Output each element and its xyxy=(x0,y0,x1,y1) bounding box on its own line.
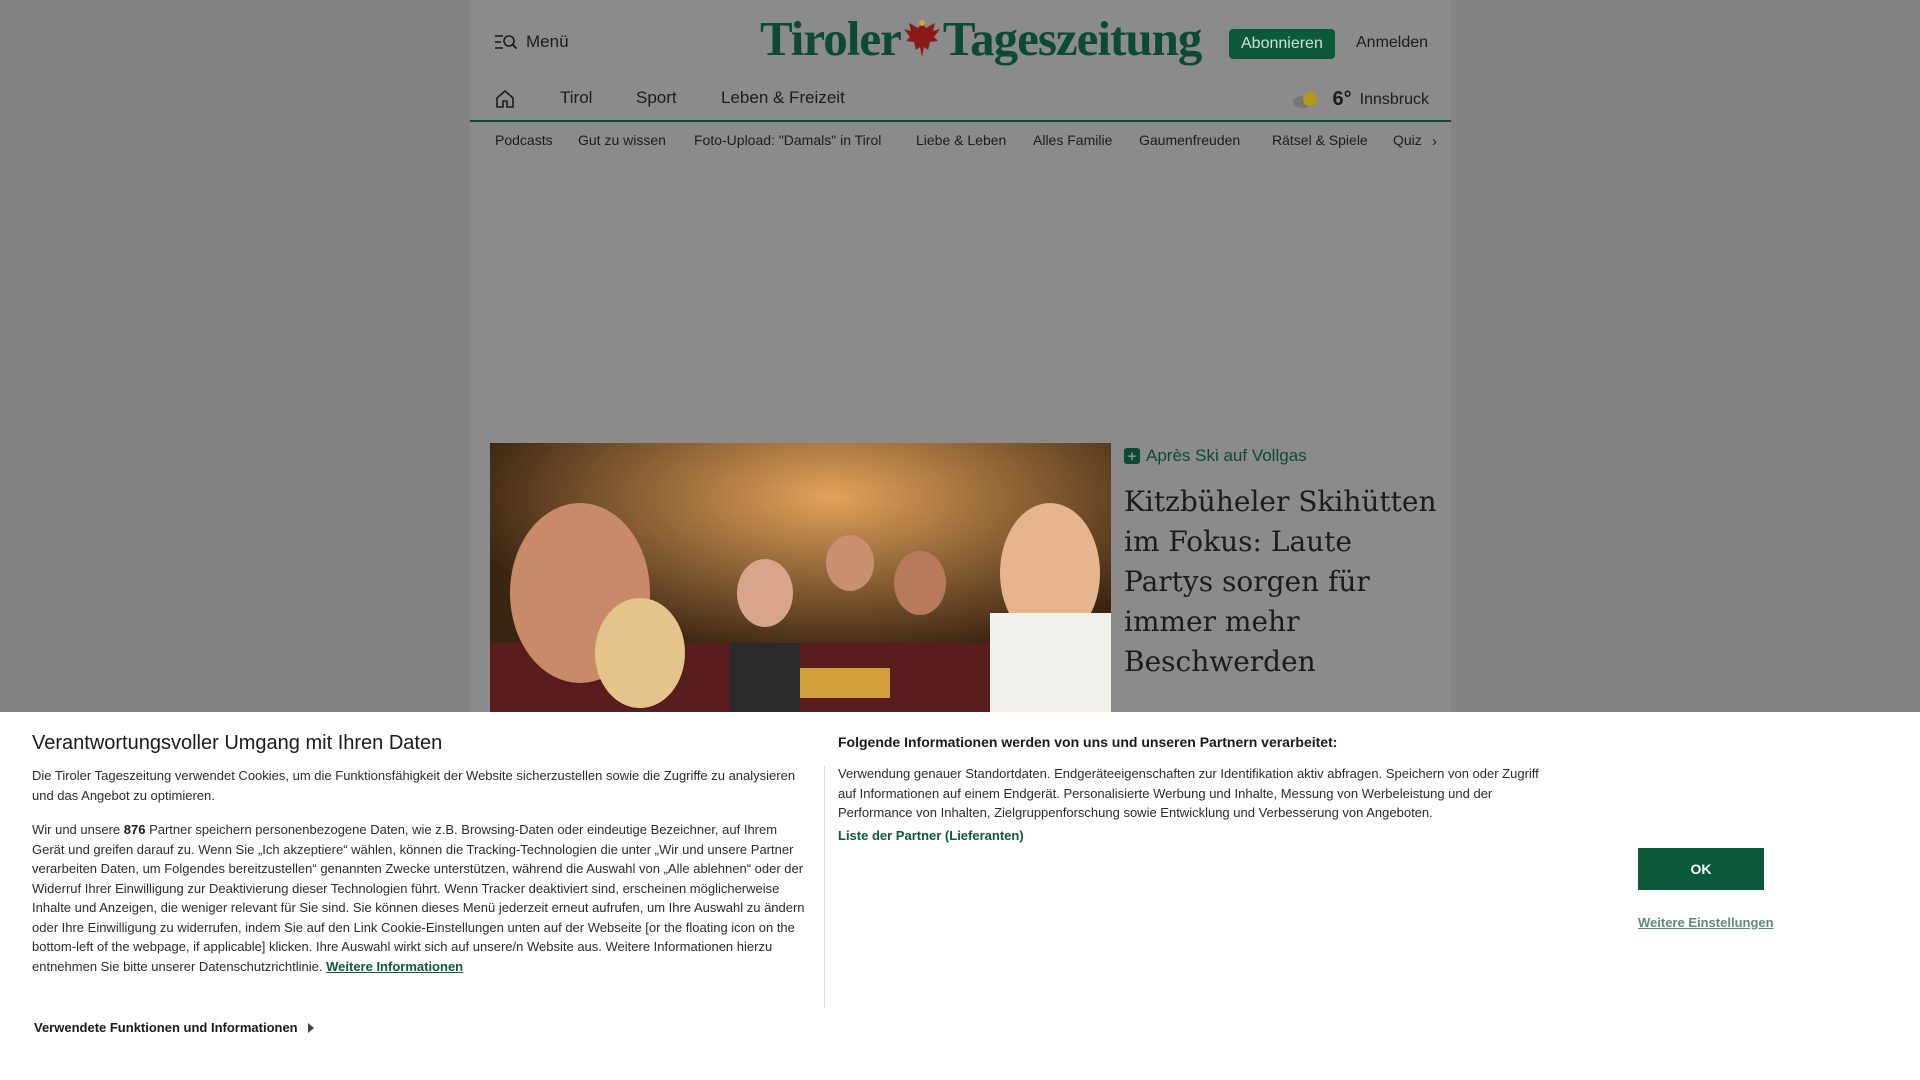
plus-icon: + xyxy=(1124,448,1140,464)
consent-title: Verantwortungsvoller Umgang mit Ihren Da… xyxy=(32,732,443,754)
partners-text: Partner speichern personenbezogene Daten… xyxy=(32,822,805,974)
kicker-text: Après Ski auf Vollgas xyxy=(1146,446,1307,465)
subnav-item-quiz[interactable]: Quiz xyxy=(1393,132,1422,148)
subnav-item-podcasts[interactable]: Podcasts xyxy=(495,132,553,148)
cookie-consent-banner: Verantwortungsvoller Umgang mit Ihren Da… xyxy=(0,712,1920,1080)
consent-right-text: Verwendung genauer Standortdaten. Endger… xyxy=(838,766,1539,820)
logo-text-left: Tiroler xyxy=(760,11,902,66)
party-photo xyxy=(490,443,1111,712)
subscribe-button[interactable]: Abonnieren xyxy=(1229,29,1335,59)
sub-nav: Podcasts Gut zu wissen Foto-Upload: "Dam… xyxy=(470,132,1451,156)
consent-left-text: Die Tiroler Tageszeitung verwendet Cooki… xyxy=(32,766,812,991)
subnav-item-liebe-leben[interactable]: Liebe & Leben xyxy=(916,132,1006,148)
eagle-icon xyxy=(903,19,940,57)
logo-text-right: Tageszeitung xyxy=(942,11,1202,66)
weather-sun-cloud-icon xyxy=(1292,91,1317,108)
chevron-right-icon[interactable]: › xyxy=(1432,133,1437,150)
subnav-item-foto-upload[interactable]: Foto-Upload: "Damals" in Tirol xyxy=(694,132,881,148)
teaser-kicker[interactable]: + Après Ski auf Vollgas xyxy=(1124,446,1307,466)
features-toggle[interactable]: Verwendete Funktionen und Informationen xyxy=(34,1020,314,1035)
teaser-image[interactable] xyxy=(490,443,1111,712)
nav-item-tirol[interactable]: Tirol xyxy=(560,88,592,108)
consent-intro: Die Tiroler Tageszeitung verwendet Cooki… xyxy=(32,768,796,803)
weather-widget[interactable]: 6° Innsbruck xyxy=(1291,88,1429,111)
consent-partners-paragraph: Wir und unsere 876 Partner speichern per… xyxy=(32,820,812,976)
subnav-item-gaumenfreuden[interactable]: Gaumenfreuden xyxy=(1139,132,1240,148)
main-nav: Tirol Sport Leben & Freizeit 6° Innsbruc… xyxy=(470,88,1451,122)
menu-search-icon xyxy=(495,35,518,50)
nav-item-leben-freizeit[interactable]: Leben & Freizeit xyxy=(721,88,845,108)
weather-temperature: 6° xyxy=(1332,88,1352,110)
subnav-item-alles-familie[interactable]: Alles Familie xyxy=(1033,132,1112,148)
subnav-item-gut-zu-wissen[interactable]: Gut zu wissen xyxy=(578,132,666,148)
login-link[interactable]: Anmelden xyxy=(1356,34,1428,52)
partners-prefix: Wir und unsere xyxy=(32,822,124,837)
more-info-link[interactable]: Weitere Informationen xyxy=(326,959,463,974)
consent-divider xyxy=(824,766,825,1008)
menu-button[interactable]: Menü xyxy=(494,32,569,52)
features-toggle-label: Verwendete Funktionen und Informationen xyxy=(34,1020,298,1035)
more-settings-link[interactable]: Weitere Einstellungen xyxy=(1638,915,1774,930)
consent-right-title: Folgende Informationen werden von uns un… xyxy=(838,734,1338,750)
site-logo[interactable]: Tiroler Tageszeitung xyxy=(760,11,1202,66)
menu-label: Menü xyxy=(526,32,569,51)
partners-count: 876 xyxy=(123,822,146,837)
home-icon[interactable] xyxy=(494,88,516,110)
header: Menü Tiroler Tageszeitung Abonnieren Anm… xyxy=(470,0,1451,88)
teaser-headline[interactable]: Kitzbüheler Skihütten im Fokus: Laute Pa… xyxy=(1124,482,1444,682)
triangle-right-icon xyxy=(307,1022,314,1033)
nav-item-sport[interactable]: Sport xyxy=(636,88,677,108)
partner-list-link[interactable]: Liste der Partner (Lieferanten) xyxy=(838,828,1024,843)
page-column: Menü Tiroler Tageszeitung Abonnieren Anm… xyxy=(470,0,1451,712)
ok-button[interactable]: OK xyxy=(1638,848,1764,890)
weather-location: Innsbruck xyxy=(1359,90,1429,108)
subnav-item-raetsel-spiele[interactable]: Rätsel & Spiele xyxy=(1272,132,1368,148)
